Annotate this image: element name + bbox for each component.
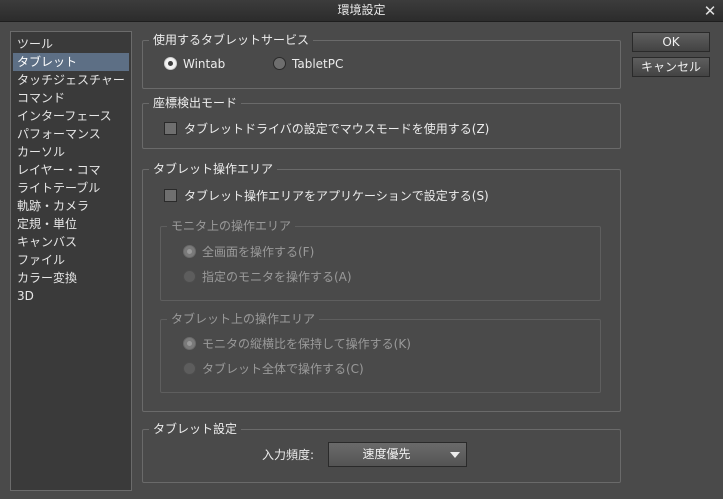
operation-area-title: タブレット操作エリア [149,161,278,177]
tablet-area-group: タブレット上の操作エリア モニタの縦横比を保持して操作する(K) タブレット全体… [160,311,601,393]
sidebar-item-performance[interactable]: パフォーマンス [13,125,129,143]
sidebar-item-file[interactable]: ファイル [13,251,129,269]
title-bar: 環境設定 ✕ [0,0,723,22]
radio-specified-monitor-label: 指定のモニタを操作する(A) [202,270,352,284]
radio-tabletpc-label: TabletPC [292,57,344,71]
ok-button[interactable]: OK [632,32,710,52]
radio-tabletpc[interactable]: TabletPC [273,55,343,73]
input-frequency-select[interactable]: 速度優先 [328,442,467,467]
sidebar-item-command[interactable]: コマンド [13,89,129,107]
coordinate-mode-group: 座標検出モード タブレットドライバの設定でマウスモードを使用する(Z) [142,95,621,149]
sidebar-item-trail-camera[interactable]: 軌跡・カメラ [13,197,129,215]
checkbox-icon [164,189,177,202]
close-icon[interactable]: ✕ [701,2,719,20]
radio-selected-icon [183,337,196,350]
sidebar-item-canvas[interactable]: キャンバス [13,233,129,251]
radio-wintab[interactable]: Wintab [164,55,225,73]
sidebar-item-interface[interactable]: インターフェース [13,107,129,125]
window-title: 環境設定 [337,3,386,17]
sidebar-item-tablet[interactable]: タブレット [13,53,129,71]
category-list: ツール タブレット タッチジェスチャー コマンド インターフェース パフォーマン… [10,31,132,491]
radio-full-screen-label: 全画面を操作する(F) [202,245,315,259]
coordinate-mode-title: 座標検出モード [149,95,242,111]
radio-unselected-icon [273,57,286,70]
sidebar-item-touch-gesture[interactable]: タッチジェスチャー [13,71,129,89]
sidebar-item-color-conversion[interactable]: カラー変換 [13,269,129,287]
sidebar-item-3d[interactable]: 3D [13,287,129,305]
radio-keep-aspect-label: モニタの縦横比を保持して操作する(K) [202,337,411,351]
cancel-button[interactable]: キャンセル [632,57,710,77]
tablet-area-title: タブレット上の操作エリア [167,311,320,327]
app-area-checkbox[interactable]: タブレット操作エリアをアプリケーションで設定する(S) [164,187,489,205]
sidebar-item-ruler-unit[interactable]: 定規・単位 [13,215,129,233]
tablet-settings-title: タブレット設定 [149,421,242,437]
radio-keep-aspect[interactable]: モニタの縦横比を保持して操作する(K) [183,335,411,353]
radio-full-screen[interactable]: 全画面を操作する(F) [183,243,314,261]
input-frequency-value: 速度優先 [362,447,411,461]
radio-wintab-label: Wintab [183,57,226,71]
chevron-down-icon [450,452,460,458]
operation-area-group: タブレット操作エリア タブレット操作エリアをアプリケーションで設定する(S) モ… [142,161,621,412]
radio-selected-icon [164,57,177,70]
radio-whole-tablet[interactable]: タブレット全体で操作する(C) [183,360,364,378]
radio-unselected-icon [183,270,196,283]
radio-selected-icon [183,245,196,258]
sidebar-item-layer-frame[interactable]: レイヤー・コマ [13,161,129,179]
monitor-area-group: モニタ上の操作エリア 全画面を操作する(F) 指定のモニタを操作する(A) [160,218,601,301]
app-area-label: タブレット操作エリアをアプリケーションで設定する(S) [184,189,489,203]
checkbox-icon [164,122,177,135]
radio-specified-monitor[interactable]: 指定のモニタを操作する(A) [183,268,352,286]
tablet-service-title: 使用するタブレットサービス [149,32,314,48]
sidebar-item-cursor[interactable]: カーソル [13,143,129,161]
sidebar-item-light-table[interactable]: ライトテーブル [13,179,129,197]
sidebar-item-tool[interactable]: ツール [13,35,129,53]
radio-unselected-icon [183,362,196,375]
mouse-mode-checkbox[interactable]: タブレットドライバの設定でマウスモードを使用する(Z) [164,120,489,138]
tablet-service-group: 使用するタブレットサービス Wintab TabletPC [142,32,621,89]
monitor-area-title: モニタ上の操作エリア [167,218,296,234]
input-frequency-label: 入力頻度: [262,448,315,462]
radio-whole-tablet-label: タブレット全体で操作する(C) [202,362,364,376]
mouse-mode-label: タブレットドライバの設定でマウスモードを使用する(Z) [184,122,490,136]
